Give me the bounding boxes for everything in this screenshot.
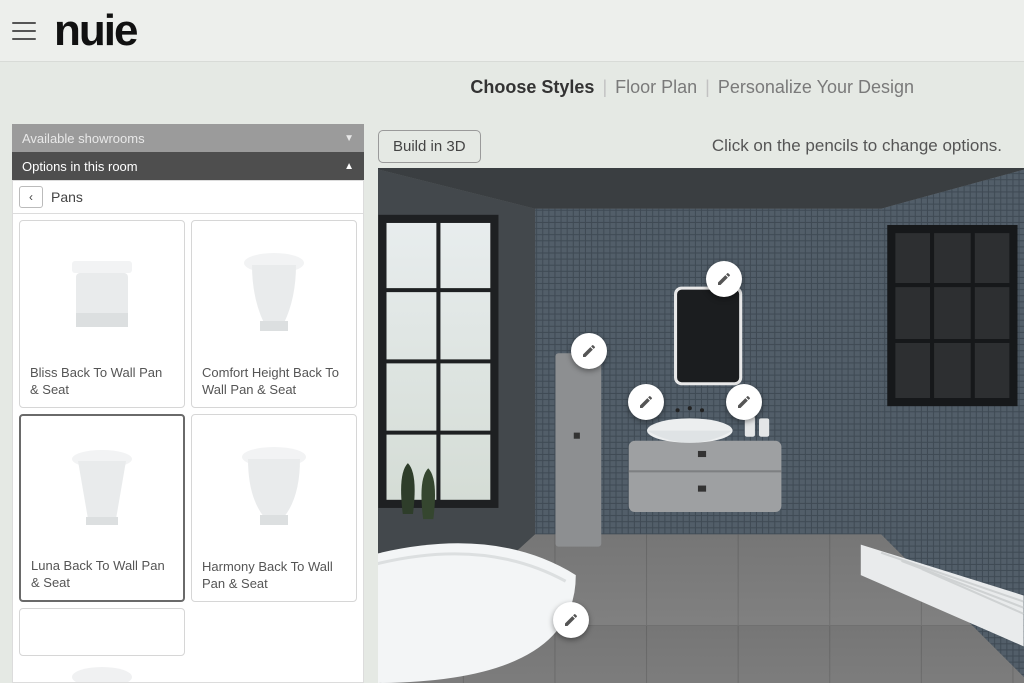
step-floor-plan[interactable]: Floor Plan (615, 77, 697, 98)
build-3d-button[interactable]: Build in 3D (378, 130, 481, 163)
chevron-down-icon: ▼ (344, 133, 354, 144)
product-grid: Bliss Back To Wall Pan & Seat Comfort Hei… (12, 214, 364, 683)
options-label: Options in this room (22, 159, 138, 174)
chevron-up-icon: ▲ (344, 161, 354, 172)
product-card[interactable]: Harmony Back To Wall Pan & Seat (191, 414, 357, 602)
product-sidebar: Available showrooms ▼ Options in this ro… (12, 124, 364, 683)
edit-pencil-button[interactable] (571, 333, 607, 369)
edit-pencil-button[interactable] (726, 384, 762, 420)
product-name: Bliss Back To Wall Pan & Seat (30, 364, 174, 399)
back-button[interactable]: ‹ (19, 186, 43, 208)
product-thumbnail (31, 424, 173, 551)
step-choose-styles[interactable]: Choose Styles (470, 77, 594, 98)
product-name: Luna Back To Wall Pan & Seat (31, 557, 173, 592)
pencil-icon (736, 394, 752, 410)
product-name: Comfort Height Back To Wall Pan & Seat (202, 364, 346, 399)
product-card[interactable]: Comfort Height Back To Wall Pan & Seat (191, 220, 357, 408)
brand-logo: nuie (54, 6, 136, 56)
pencil-icon (638, 394, 654, 410)
product-name: Harmony Back To Wall Pan & Seat (202, 558, 346, 593)
product-card[interactable]: Bliss Back To Wall Pan & Seat (19, 220, 185, 408)
step-separator: | (705, 77, 710, 98)
edit-pencil-button[interactable] (706, 261, 742, 297)
pencil-icon (716, 271, 732, 287)
product-card[interactable]: Luna Back To Wall Pan & Seat (19, 414, 185, 602)
category-label: Pans (51, 189, 83, 205)
product-thumbnail (202, 229, 346, 358)
category-breadcrumb: ‹ Pans (12, 180, 364, 214)
preview-column: Build in 3D Click on the pencils to chan… (378, 124, 1024, 683)
app-header: nuie (0, 0, 1024, 62)
product-thumbnail (30, 617, 174, 683)
showrooms-panel-header[interactable]: Available showrooms ▼ (12, 124, 364, 152)
scene-illustration (378, 168, 1024, 683)
chevron-left-icon: ‹ (29, 190, 33, 204)
pencil-icon (563, 612, 579, 628)
step-personalize[interactable]: Personalize Your Design (718, 77, 914, 98)
menu-icon[interactable] (12, 22, 36, 40)
wizard-steps: Choose Styles | Floor Plan | Personalize… (0, 62, 1024, 112)
product-card[interactable] (19, 608, 185, 656)
options-panel-header[interactable]: Options in this room ▲ (12, 152, 364, 180)
edit-pencil-button[interactable] (553, 602, 589, 638)
step-separator: | (602, 77, 607, 98)
showrooms-label: Available showrooms (22, 131, 145, 146)
room-render (378, 168, 1024, 683)
preview-hint: Click on the pencils to change options. (712, 136, 1002, 156)
edit-pencil-button[interactable] (628, 384, 664, 420)
preview-toolbar: Build in 3D Click on the pencils to chan… (378, 124, 1024, 168)
pencil-icon (581, 343, 597, 359)
product-thumbnail (30, 229, 174, 358)
product-thumbnail (202, 423, 346, 552)
